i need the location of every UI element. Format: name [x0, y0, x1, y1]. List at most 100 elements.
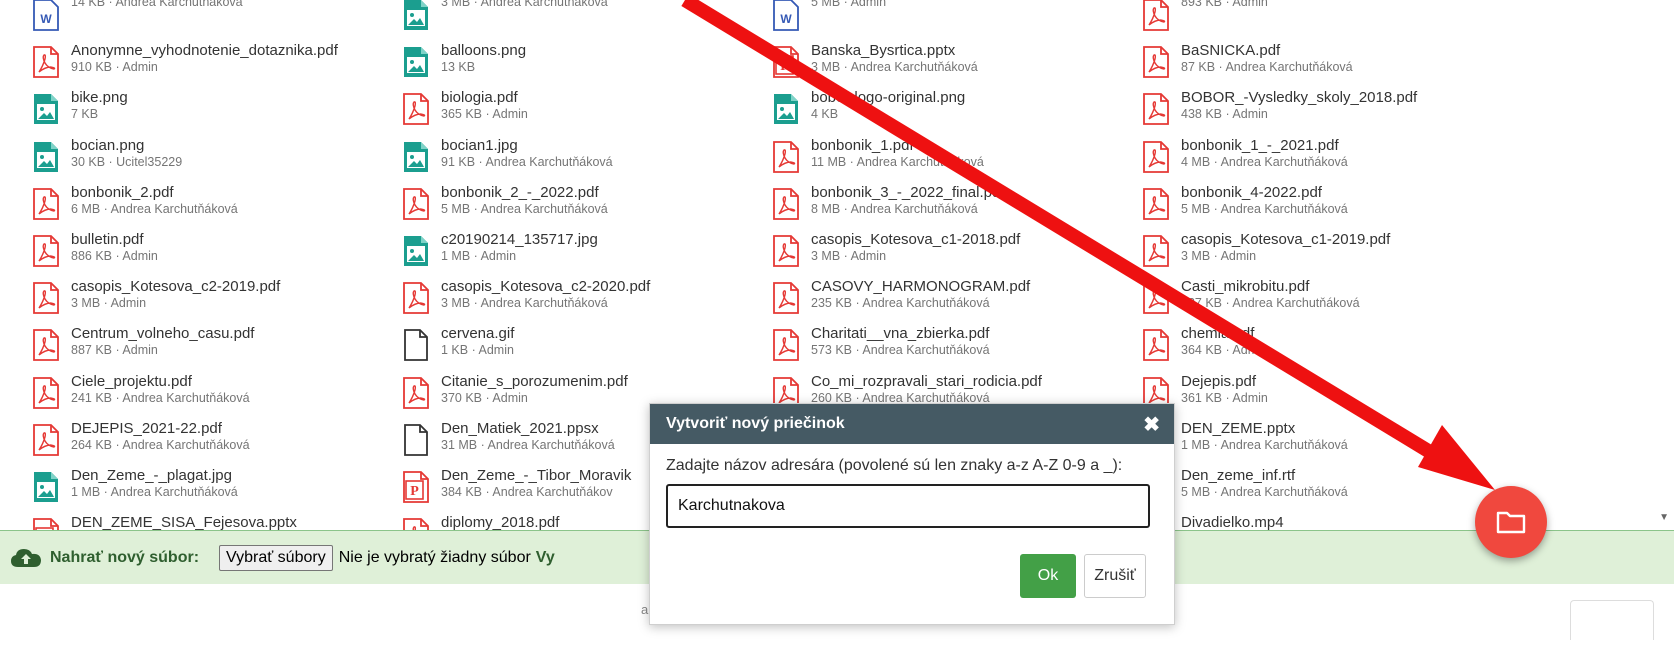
file-name[interactable]: Ciele_projektu.pdf: [71, 373, 250, 391]
file-item[interactable]: Casti_mikrobitu.pdf 727 KB · Andrea Karch…: [1142, 278, 1360, 322]
file-item[interactable]: 3 MB · Andrea Karchutňáková: [402, 0, 608, 39]
file-name[interactable]: cervena.gif: [441, 325, 514, 343]
file-item[interactable]: biologia.pdf 365 KB · Admin: [402, 89, 528, 133]
file-name[interactable]: Casti_mikrobitu.pdf: [1181, 278, 1360, 296]
file-item[interactable]: bonbonik_2.pdf 6 MB · Andrea Karchutňákov…: [32, 184, 238, 228]
file-item[interactable]: casopis_Kotesova_c2-2019.pdf 3 MB · Admin: [32, 278, 280, 322]
file-item[interactable]: Ciele_projektu.pdf 241 KB · Andrea Karchu…: [32, 373, 250, 417]
file-item[interactable]: P Banska_Bysrtica.pptx 3 MB · Andrea Karch…: [772, 42, 978, 86]
file-name[interactable]: bonbonik_3_-_2022_final.pdf: [811, 184, 1005, 202]
file-item[interactable]: chemia.pdf 364 KB · Admin: [1142, 325, 1268, 369]
file-name[interactable]: balloons.png: [441, 42, 526, 60]
file-item[interactable]: Centrum_volneho_casu.pdf 887 KB · Admin: [32, 325, 254, 369]
file-item[interactable]: BaSNICKA.pdf 87 KB · Andrea Karchutňáková: [1142, 42, 1353, 86]
file-name[interactable]: Anonymne_vyhodnotenie_dotaznika.pdf: [71, 42, 338, 60]
file-item[interactable]: Den_Matiek_2021.ppsx 31 MB · Andrea Karch…: [402, 420, 615, 464]
file-item[interactable]: bonbonik_1.pdf 11 MB · Andrea Karchutňáko…: [772, 137, 984, 181]
file-name[interactable]: Citanie_s_porozumenim.pdf: [441, 373, 628, 391]
file-item[interactable]: bocian.png 30 KB · Ucitel35229: [32, 137, 182, 181]
file-item[interactable]: Charitati__vna_zbierka.pdf 573 KB · Andre…: [772, 325, 990, 369]
image-file-icon: [32, 471, 60, 503]
file-name[interactable]: Den_Zeme_-_plagat.jpg: [71, 467, 238, 485]
file-name[interactable]: bocian1.jpg: [441, 137, 613, 155]
folder-name-input[interactable]: [666, 484, 1150, 528]
file-name[interactable]: bike.png: [71, 89, 128, 107]
file-text: bocian.png 30 KB · Ucitel35229: [71, 137, 182, 170]
file-item[interactable]: DEJEPIS_2021-22.pdf 264 KB · Andrea Karch…: [32, 420, 250, 464]
file-item[interactable]: bonbonik_3_-_2022_final.pdf 8 MB · Andrea…: [772, 184, 1005, 228]
file-name[interactable]: Den_Zeme_-_Tibor_Moravik: [441, 467, 631, 485]
file-item[interactable]: cervena.gif 1 KB · Admin: [402, 325, 514, 369]
file-item[interactable]: casopis_Kotesova_c1-2018.pdf 3 MB · Admin: [772, 231, 1020, 275]
file-name[interactable]: chemia.pdf: [1181, 325, 1268, 343]
file-item[interactable]: bonbonik_4-2022.pdf 5 MB · Andrea Karchut…: [1142, 184, 1348, 228]
file-item[interactable]: c20190214_135717.jpg 1 MB · Admin: [402, 231, 598, 275]
file-item[interactable]: bonbonik_1_-_2021.pdf 4 MB · Andrea Karch…: [1142, 137, 1348, 181]
file-name[interactable]: casopis_Kotesova_c2-2020.pdf: [441, 278, 650, 296]
file-name[interactable]: Centrum_volneho_casu.pdf: [71, 325, 254, 343]
file-meta: 384 KB · Andrea Karchutňákov: [441, 485, 613, 499]
scrollbar[interactable]: ▼: [1656, 0, 1674, 530]
choose-files-button[interactable]: Vybrať súbory: [219, 544, 333, 571]
file-name[interactable]: bobor-logo-original.png: [811, 89, 965, 107]
file-name[interactable]: bulletin.pdf: [71, 231, 158, 249]
file-name[interactable]: BOBOR_-Vysledky_skoly_2018.pdf: [1181, 89, 1417, 107]
cancel-button[interactable]: Zrušiť: [1084, 554, 1146, 598]
file-name[interactable]: DEJEPIS_2021-22.pdf: [71, 420, 250, 438]
scroll-down-icon[interactable]: ▼: [1659, 512, 1669, 523]
file-name[interactable]: bonbonik_1.pdf: [811, 137, 984, 155]
new-folder-button[interactable]: [1475, 486, 1547, 558]
file-name[interactable]: bocian.png: [71, 137, 182, 155]
file-name[interactable]: Co_mi_rozpravali_stari_rodicia.pdf: [811, 373, 1042, 391]
file-name[interactable]: Dejepis.pdf: [1181, 373, 1268, 391]
file-name[interactable]: biologia.pdf: [441, 89, 528, 107]
file-item[interactable]: P Den_Zeme_-_Tibor_Moravik 384 KB · Andrea…: [402, 467, 631, 511]
file-item[interactable]: bobor-logo-original.png 4 KB: [772, 89, 965, 133]
file-name[interactable]: Den_Matiek_2021.ppsx: [441, 420, 615, 438]
pdf-file-icon: [1142, 93, 1170, 126]
file-meta: 1 MB · Andrea Karchutňáková: [71, 485, 238, 499]
file-name[interactable]: casopis_Kotesova_c1-2019.pdf: [1181, 231, 1390, 249]
file-item[interactable]: CASOVY_HARMONOGRAM.pdf 235 KB · Andrea Ka…: [772, 278, 1030, 322]
upload-submit-partial[interactable]: Vy: [536, 549, 555, 567]
file-name[interactable]: CASOVY_HARMONOGRAM.pdf: [811, 278, 1030, 296]
file-item[interactable]: casopis_Kotesova_c1-2019.pdf 3 MB · Admin: [1142, 231, 1390, 275]
file-item[interactable]: W 14 KB · Andrea Karchutňáková: [32, 0, 243, 39]
file-name[interactable]: bonbonik_1_-_2021.pdf: [1181, 137, 1348, 155]
file-name[interactable]: BaSNICKA.pdf: [1181, 42, 1353, 60]
file-item[interactable]: Anonymne_vyhodnotenie_dotaznika.pdf 910 K…: [32, 42, 338, 86]
file-name[interactable]: Den_zeme_inf.rtf: [1181, 467, 1348, 485]
file-item[interactable]: Den_Zeme_-_plagat.jpg 1 MB · Andrea Karch…: [32, 467, 238, 511]
file-text: bonbonik_1_-_2021.pdf 4 MB · Andrea Karch…: [1181, 137, 1348, 170]
file-name[interactable]: casopis_Kotesova_c2-2019.pdf: [71, 278, 280, 296]
file-name[interactable]: bonbonik_2.pdf: [71, 184, 238, 202]
bottom-partial-button[interactable]: [1570, 600, 1654, 640]
image-file-icon: [402, 235, 430, 267]
file-item[interactable]: BOBOR_-Vysledky_skoly_2018.pdf 438 KB · A…: [1142, 89, 1417, 133]
file-meta: 1 KB · Admin: [441, 343, 514, 358]
file-item[interactable]: 893 KB · Admin: [1142, 0, 1268, 39]
pdf-file-icon: [32, 329, 60, 362]
file-item[interactable]: bulletin.pdf 886 KB · Admin: [32, 231, 158, 275]
file-name[interactable]: DEN_ZEME.pptx: [1181, 420, 1348, 438]
file-item[interactable]: bocian1.jpg 91 KB · Andrea Karchutňáková: [402, 137, 613, 181]
file-item[interactable]: W 5 MB · Admin: [772, 0, 886, 39]
file-name[interactable]: bonbonik_4-2022.pdf: [1181, 184, 1348, 202]
file-meta: 364 KB · Admin: [1181, 343, 1268, 358]
file-item[interactable]: Citanie_s_porozumenim.pdf 370 KB · Admin: [402, 373, 628, 417]
file-name[interactable]: c20190214_135717.jpg: [441, 231, 598, 249]
file-item[interactable]: bike.png 7 KB: [32, 89, 128, 133]
file-item[interactable]: bonbonik_2_-_2022.pdf 5 MB · Andrea Karch…: [402, 184, 608, 228]
file-text: Charitati__vna_zbierka.pdf 573 KB · Andre…: [811, 325, 990, 358]
file-item[interactable]: balloons.png 13 KB: [402, 42, 526, 86]
file-meta: 910 KB · Admin: [71, 60, 158, 75]
file-name[interactable]: bonbonik_2_-_2022.pdf: [441, 184, 608, 202]
file-name[interactable]: Charitati__vna_zbierka.pdf: [811, 325, 990, 343]
file-name[interactable]: Banska_Bysrtica.pptx: [811, 42, 978, 60]
file-name[interactable]: casopis_Kotesova_c1-2018.pdf: [811, 231, 1020, 249]
close-icon[interactable]: ✖: [1143, 412, 1160, 437]
file-meta: 3 MB · Andrea Karchutňáková: [441, 0, 608, 9]
file-item[interactable]: casopis_Kotesova_c2-2020.pdf 3 MB · Andre…: [402, 278, 650, 322]
file-meta: 3 MB · Admin: [811, 249, 887, 263]
ok-button[interactable]: Ok: [1020, 554, 1076, 598]
